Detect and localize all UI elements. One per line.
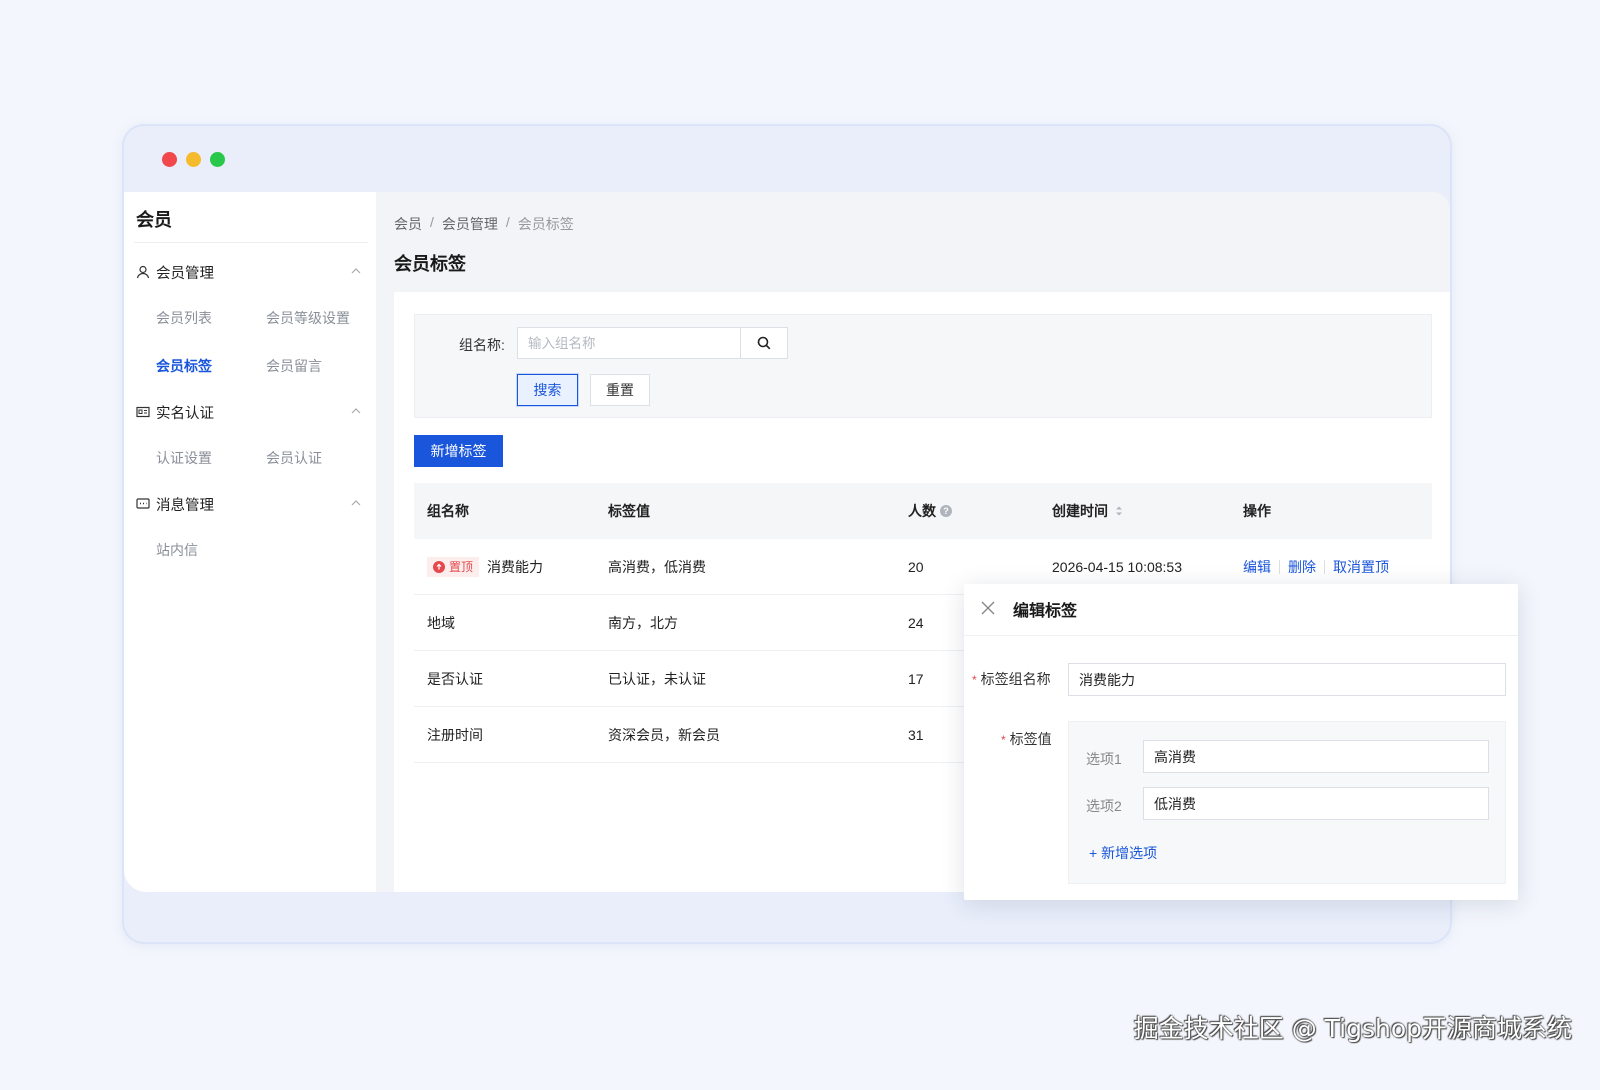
chevron-up-icon[interactable] [350, 265, 362, 277]
row-tag-values: 高消费，低消费 [608, 558, 706, 575]
row-count: 24 [908, 614, 924, 631]
page-title: 会员标签 [394, 254, 466, 274]
sidebar-item-member-list[interactable]: 会员列表 [156, 308, 212, 328]
row-group-name-text: 消费能力 [487, 558, 544, 575]
sidebar-group-label: 会员管理 [156, 265, 214, 282]
column-header-group-name: 组名称 [427, 503, 469, 519]
table-header: 组名称 标签值 人数 ? 创建时间 操作 [414, 483, 1432, 539]
user-icon [136, 265, 150, 279]
breadcrumb-separator: / [430, 214, 434, 230]
sidebar-group-messages[interactable]: 消息管理 [136, 494, 368, 514]
id-card-icon [136, 406, 150, 418]
delete-link[interactable]: 删除 [1288, 557, 1316, 577]
reset-button[interactable]: 重置 [590, 374, 650, 406]
breadcrumb-item[interactable]: 会员管理 [442, 214, 498, 234]
row-count: 17 [908, 670, 924, 687]
option-label: 选项2 [1086, 798, 1122, 814]
breadcrumb-current: 会员标签 [517, 216, 574, 232]
chevron-up-icon[interactable] [350, 405, 362, 417]
option-input[interactable] [1143, 787, 1489, 820]
row-count: 20 [908, 558, 924, 575]
row-tag-values: 南方，北方 [608, 614, 678, 631]
search-button[interactable]: 搜索 [517, 374, 578, 406]
column-header-created[interactable]: 创建时间 [1052, 501, 1124, 521]
search-icon-button[interactable] [740, 327, 788, 359]
row-created: 2026-04-15 10:08:53 [1052, 558, 1182, 575]
chevron-up-icon[interactable] [350, 497, 362, 509]
row-actions: 编辑 删除 取消置顶 [1243, 557, 1389, 577]
row-group-name: 置顶 消费能力 [427, 556, 544, 577]
popover-title: 编辑标签 [1013, 603, 1078, 620]
sidebar-item-member-messages[interactable]: 会员留言 [266, 356, 322, 376]
edit-tag-popover: 编辑标签 *标签组名称 *标签值 选项1 选项2 + 新增选项 [964, 584, 1518, 900]
edit-link[interactable]: 编辑 [1243, 557, 1271, 577]
sidebar-divider [134, 242, 368, 243]
message-icon [136, 498, 150, 509]
required-mark: * [972, 673, 977, 687]
tag-group-name-input[interactable] [1068, 663, 1506, 696]
option-label: 选项1 [1086, 751, 1122, 767]
tag-group-name-label: * 标签组名称 [972, 669, 1051, 689]
help-icon[interactable]: ? [940, 505, 952, 517]
action-divider [1324, 559, 1325, 574]
add-tag-button[interactable]: 新增标签 [414, 435, 503, 467]
group-name-label: 组名称: [459, 337, 505, 353]
tag-options-box: 选项1 选项2 + 新增选项 [1068, 721, 1506, 884]
group-name-input[interactable] [517, 327, 741, 359]
watermark: 掘金技术社区 @ Tigshop开源商城系统 [1133, 1014, 1572, 1043]
close-icon[interactable] [980, 600, 996, 616]
sidebar-group-member-management[interactable]: 会员管理 [136, 262, 368, 282]
breadcrumb: 会员 / 会员管理 / 会员标签 [394, 214, 574, 234]
required-mark: * [1001, 733, 1006, 747]
sidebar-item-member-tags[interactable]: 会员标签 [156, 356, 212, 376]
sidebar-item-member-level[interactable]: 会员等级设置 [266, 308, 350, 328]
row-group-name: 是否认证 [427, 670, 483, 687]
tag-values-label-text: 标签值 [1009, 731, 1052, 747]
sidebar-title: 会员 [136, 210, 172, 230]
sidebar: 会员 会员管理 会员列表 会员等级设置 会员标签 会员留言 实名认证 认证设置 … [124, 192, 376, 892]
minimize-window-button[interactable] [186, 152, 201, 167]
pin-icon [433, 560, 445, 573]
pinned-badge: 置顶 [427, 556, 480, 577]
column-header-created-label: 创建时间 [1052, 503, 1108, 519]
column-header-actions: 操作 [1243, 503, 1271, 519]
breadcrumb-item[interactable]: 会员 [394, 214, 422, 234]
close-window-button[interactable] [162, 152, 177, 167]
sort-icon[interactable] [1114, 504, 1124, 518]
option-input[interactable] [1143, 740, 1489, 773]
sidebar-item-auth-settings[interactable]: 认证设置 [156, 448, 212, 468]
sidebar-group-real-name[interactable]: 实名认证 [136, 402, 368, 422]
tag-values-label: * 标签值 [1001, 729, 1052, 749]
sidebar-item-member-auth[interactable]: 会员认证 [266, 448, 322, 468]
sidebar-item-inbox[interactable]: 站内信 [156, 540, 198, 560]
row-tag-values: 资深会员，新会员 [608, 726, 720, 743]
pinned-badge-label: 置顶 [449, 560, 474, 574]
window-controls [162, 152, 225, 167]
column-header-count-label: 人数 [908, 503, 936, 519]
action-divider [1279, 559, 1280, 574]
row-count: 31 [908, 726, 924, 743]
add-option-link[interactable]: + 新增选项 [1089, 843, 1157, 863]
sidebar-group-label: 消息管理 [156, 497, 214, 514]
search-icon [757, 336, 771, 350]
popover-header: 编辑标签 [964, 584, 1518, 636]
row-tag-values: 已认证，未认证 [608, 670, 706, 687]
breadcrumb-separator: / [505, 214, 510, 230]
row-group-name: 地域 [427, 614, 455, 631]
sidebar-group-label: 实名认证 [156, 405, 214, 422]
column-header-count: 人数 ? [908, 501, 952, 521]
maximize-window-button[interactable] [210, 152, 225, 167]
unpin-link[interactable]: 取消置顶 [1333, 557, 1389, 577]
column-header-tag-values: 标签值 [608, 503, 650, 519]
tag-group-name-label-text: 标签组名称 [980, 671, 1051, 687]
filter-bar: 组名称: 搜索 重置 [414, 314, 1432, 418]
row-group-name: 注册时间 [427, 726, 483, 743]
